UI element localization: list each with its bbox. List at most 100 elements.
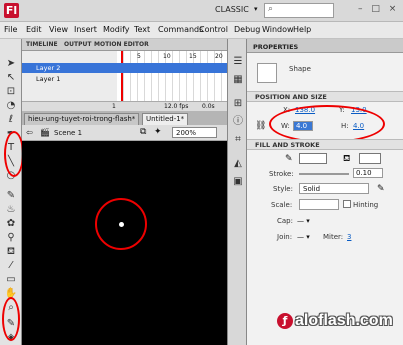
library-icon[interactable]: ☰ (231, 55, 245, 69)
window-controls[interactable]: – □ × (358, 4, 399, 14)
timeline-tabs: TIMELINE OUTPUT MOTION EDITOR (22, 39, 227, 51)
miter-label: Miter: (323, 233, 344, 241)
menu-insert[interactable]: Insert (74, 25, 97, 34)
menu-control[interactable]: Control (199, 25, 228, 34)
menu-edit[interactable]: Edit (26, 25, 42, 34)
current-frame: 1 (112, 103, 116, 110)
edit-scene-icon[interactable]: ⧉ (140, 127, 146, 137)
selection-tool-icon[interactable]: ➤ (4, 57, 18, 71)
elapsed-time: 0.0s (202, 103, 215, 110)
3d-rotation-tool-icon[interactable]: ◔ (4, 99, 18, 113)
deco-tool-icon[interactable]: ✿ (4, 217, 18, 231)
tab-document[interactable]: hieu-ung-tuyet-roi-trong-flash* (24, 113, 140, 125)
fill-color-swatch[interactable] (359, 153, 381, 164)
highlight-ring-colors (2, 297, 20, 341)
join-select[interactable]: — ▾ (297, 233, 310, 241)
paint-bucket-icon[interactable]: ⛾ (4, 245, 18, 259)
menu-view[interactable]: View (49, 25, 68, 34)
align-icon[interactable]: ⊞ (231, 97, 245, 111)
hinting-checkbox[interactable] (343, 200, 351, 208)
highlight-ring-size (269, 105, 385, 143)
tab-timeline[interactable]: TIMELINE (26, 41, 58, 48)
miter-value[interactable]: 3 (347, 233, 351, 241)
layer-row[interactable]: Layer 2 (22, 63, 227, 73)
menu-help[interactable]: Help (293, 25, 311, 34)
stroke-input[interactable]: 0.10 (353, 168, 383, 178)
frame-rate: 12.0 fps (164, 103, 189, 110)
frame-number: 20 (215, 53, 223, 60)
stroke-pencil-icon: ✎ (285, 154, 293, 164)
cap-label: Cap: (277, 217, 293, 225)
tab-output[interactable]: OUTPUT (64, 41, 91, 48)
menu-text[interactable]: Text (134, 25, 150, 34)
tab-document-active[interactable]: Untitled-1* (142, 113, 189, 125)
aloflash-logo-icon: ƒ (277, 313, 293, 329)
eraser-icon[interactable]: ▭ (4, 273, 18, 287)
document-tabs: hieu-ung-tuyet-roi-trong-flash* Untitled… (22, 111, 227, 125)
frame-number: 15 (189, 53, 197, 60)
stroke-label: Stroke: (269, 170, 294, 178)
link-icon[interactable]: ⛓ (255, 121, 266, 131)
bone-tool-icon[interactable]: ⚲ (4, 231, 18, 245)
timeline-panel: TIMELINE OUTPUT MOTION EDITOR 5 10 15 20… (22, 39, 227, 111)
motion-presets-icon[interactable]: ◭ (231, 157, 245, 171)
workspace-switcher[interactable]: CLASSIC (215, 5, 249, 14)
menu-commands[interactable]: Commands (158, 25, 203, 34)
panel-icon-strip: ☰ ▦ ⊞ ⓘ ⌗ ◭ ▣ (227, 39, 247, 345)
menu-modify[interactable]: Modify (103, 25, 130, 34)
stroke-color-swatch[interactable] (299, 153, 327, 164)
scene-name: Scene 1 (54, 129, 83, 137)
color-panel-icon[interactable]: ▦ (231, 73, 245, 87)
pencil-tool-icon[interactable]: ✎ (4, 189, 18, 203)
layer-name: Layer 2 (36, 64, 61, 72)
title-bar (0, 0, 403, 22)
highlight-ring-shape (95, 198, 147, 250)
hinting-label: Hinting (353, 201, 379, 209)
scale-select[interactable] (299, 199, 339, 210)
transform-tool-icon[interactable]: ⊡ (4, 85, 18, 99)
style-select[interactable]: Solid (299, 183, 369, 194)
chevron-down-icon[interactable]: ▾ (254, 5, 258, 13)
components-icon[interactable]: ▣ (231, 175, 245, 189)
join-label: Join: (277, 233, 293, 241)
menu-file[interactable]: File (4, 25, 17, 34)
style-label: Style: (273, 185, 293, 193)
timeline-footer: 1 12.0 fps 0.0s (22, 101, 227, 111)
zoom-select[interactable]: 200% (172, 127, 217, 138)
section-fill-stroke[interactable]: FILL AND STROKE (247, 139, 403, 150)
cap-select[interactable]: — ▾ (297, 217, 310, 225)
properties-panel: PROPERTIES Shape POSITION AND SIZE X: 13… (247, 39, 403, 345)
brush-tool-icon[interactable]: ♨ (4, 203, 18, 217)
shape-icon (257, 63, 277, 83)
scale-label: Scale: (271, 201, 293, 209)
lasso-tool-icon[interactable]: ℓ (4, 113, 18, 127)
transform-panel-icon[interactable]: ⌗ (231, 133, 245, 147)
scene-icon: 🎬 (40, 128, 50, 137)
highlight-ring-oval-tool (4, 131, 24, 177)
section-position-size[interactable]: POSITION AND SIZE (247, 91, 403, 102)
watermark-text: aloflash.com (295, 312, 393, 329)
menu-debug[interactable]: Debug (234, 25, 260, 34)
info-icon[interactable]: ⓘ (231, 115, 245, 129)
flash-logo-icon: Fl (4, 3, 19, 18)
frame-number: 5 (137, 53, 141, 60)
search-input[interactable] (264, 3, 334, 18)
subselection-tool-icon[interactable]: ↖ (4, 71, 18, 85)
layer-name: Layer 1 (36, 75, 61, 83)
frame-number: 10 (163, 53, 171, 60)
stage-canvas[interactable] (22, 141, 227, 345)
layer-row[interactable]: Layer 1 (22, 74, 227, 84)
search-icon: ⌕ (268, 4, 274, 14)
back-arrow-icon[interactable]: ⇦ (26, 128, 33, 137)
tab-motion-editor[interactable]: MOTION EDITOR (94, 41, 149, 48)
edit-style-icon[interactable]: ✎ (377, 184, 385, 194)
menu-window[interactable]: Window (262, 25, 294, 34)
edit-symbol-icon[interactable]: ✦ (154, 127, 162, 137)
menu-bar: File Edit View Insert Modify Text Comman… (0, 22, 403, 39)
properties-title: PROPERTIES (253, 43, 299, 51)
instance-type: Shape (289, 65, 311, 73)
eyedropper-icon[interactable]: ⁄ (4, 259, 18, 273)
stroke-slider[interactable] (299, 173, 349, 175)
scene-bar: ⇦ 🎬 Scene 1 ⧉ ✦ 200% (22, 125, 227, 141)
fill-bucket-icon: ⛾ (343, 154, 351, 164)
